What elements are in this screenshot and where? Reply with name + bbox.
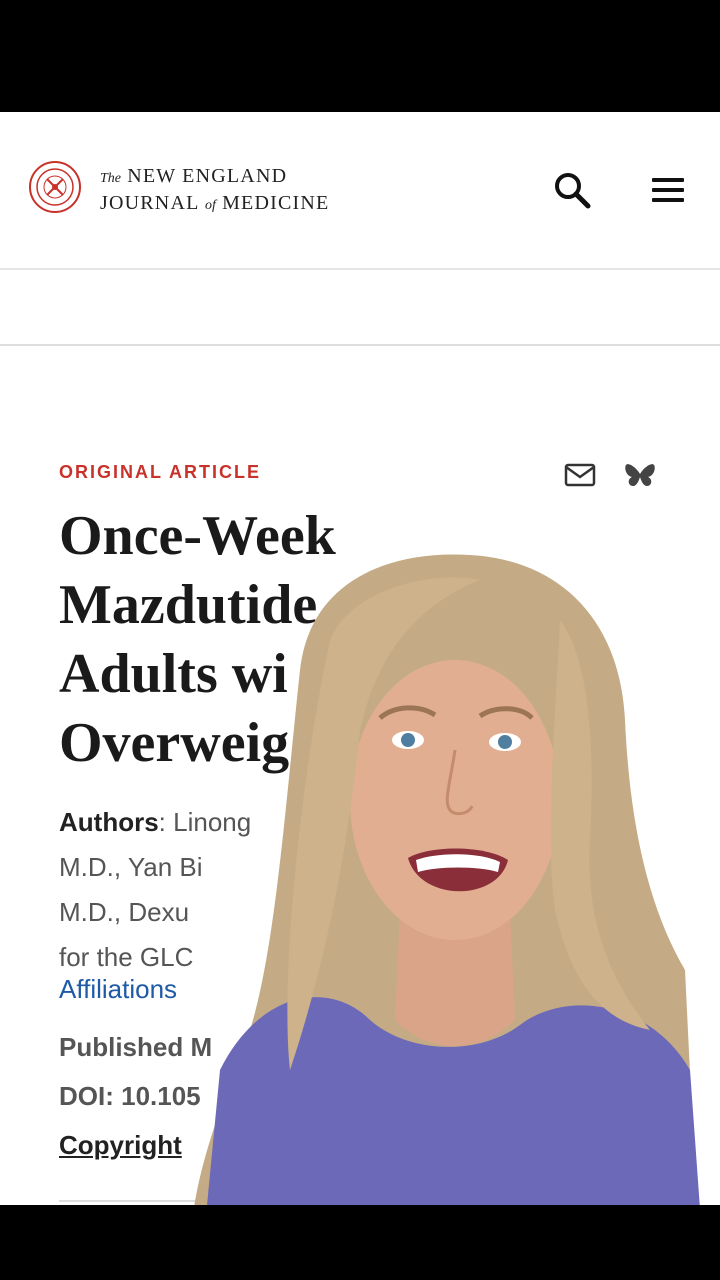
copyright-link[interactable]: Copyright [59,1130,182,1161]
bluesky-butterfly-icon[interactable] [624,462,656,490]
journal-wordmark[interactable]: The NEW ENGLAND JOURNAL of MEDICINE [100,164,329,218]
brand-of: of [204,198,216,213]
presenter-video-overlay [194,554,700,1205]
secondary-nav-band [0,270,720,346]
site-header: The NEW ENGLAND JOURNAL of MEDICINE [0,112,720,270]
article-page: The NEW ENGLAND JOURNAL of MEDICINE ORIG… [0,112,720,1205]
hamburger-menu-icon[interactable] [648,172,688,208]
mail-icon[interactable] [564,462,596,488]
nejm-seal-logo[interactable] [28,160,82,214]
screen: The NEW ENGLAND JOURNAL of MEDICINE ORIG… [0,0,720,1280]
article-type-label: ORIGINAL ARTICLE [59,462,261,482]
bottom-black-bar [0,1205,720,1280]
search-icon[interactable] [552,170,592,210]
brand-medicine: MEDICINE [222,192,330,214]
brand-new-england: NEW ENGLAND [127,165,288,187]
brand-journal: JOURNAL [100,192,199,214]
top-black-bar [0,0,720,112]
affiliations-link[interactable]: Affiliations [59,974,177,1005]
authors-label: Authors [59,807,159,837]
brand-the: The [100,171,121,186]
